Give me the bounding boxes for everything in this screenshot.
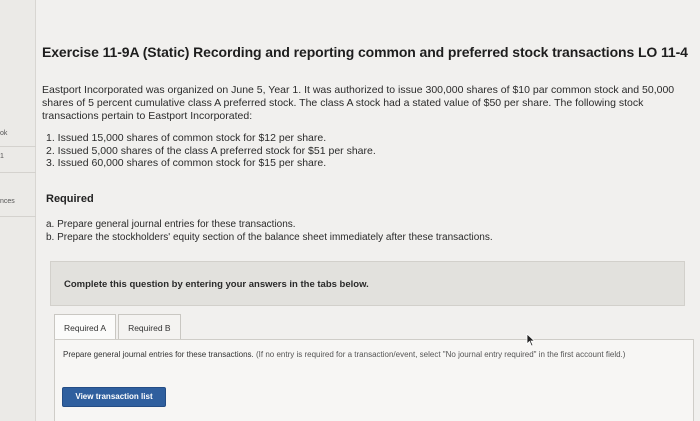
complete-question-banner: Complete this question by entering your …: [50, 261, 685, 306]
panel-instruction: Prepare general journal entries for thes…: [63, 350, 688, 361]
sidebar-divider: [0, 172, 36, 173]
transaction-item: 2. Issued 5,000 shares of the class A pr…: [46, 144, 376, 157]
tab-required-b[interactable]: Required B: [118, 314, 181, 340]
required-item: a. Prepare general journal entries for t…: [46, 219, 296, 230]
mouse-cursor-icon: [526, 333, 536, 347]
instruction-note: (If no entry is required for a transacti…: [256, 350, 626, 359]
sidebar-divider: [0, 146, 36, 147]
answer-tabs: Required A Required B: [54, 314, 181, 340]
sidebar-label-3[interactable]: nces: [0, 198, 15, 205]
question-content: Exercise 11-9A (Static) Recording and re…: [36, 0, 700, 421]
banner-text: Complete this question by entering your …: [64, 279, 369, 290]
required-heading: Required: [46, 193, 94, 205]
transaction-item: 3. Issued 60,000 shares of common stock …: [46, 157, 327, 169]
exercise-title: Exercise 11-9A (Static) Recording and re…: [42, 44, 688, 60]
view-transaction-list-button[interactable]: View transaction list: [62, 387, 166, 407]
exercise-intro: Eastport Incorporated was organized on J…: [42, 84, 675, 122]
instruction-text: Prepare general journal entries for thes…: [63, 350, 254, 359]
tab-panel-required-a: Prepare general journal entries for thes…: [54, 339, 694, 421]
sidebar-divider: [0, 216, 36, 217]
required-list: a. Prepare general journal entries for t…: [46, 219, 606, 244]
transaction-list: 1. Issued 15,000 shares of common stock …: [46, 132, 546, 170]
sidebar-label-1: ok: [0, 130, 8, 137]
sidebar-label-2: 1: [0, 153, 4, 160]
left-sidebar-strip: ok 1 nces: [0, 0, 36, 421]
transaction-item: 1. Issued 15,000 shares of common stock …: [46, 132, 327, 144]
tab-required-a[interactable]: Required A: [54, 314, 117, 340]
required-item: b. Prepare the stockholders' equity sect…: [46, 231, 493, 243]
